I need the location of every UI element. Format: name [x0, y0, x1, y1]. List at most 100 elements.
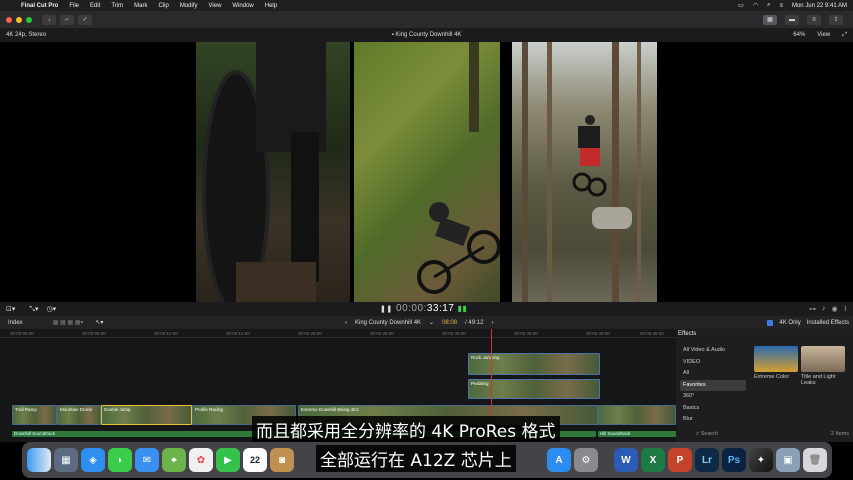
minimize-window-button[interactable]: [16, 16, 22, 23]
browser-toggle-button[interactable]: ▦: [763, 14, 777, 25]
facetime-icon[interactable]: ▶: [216, 448, 240, 472]
audio-hill-soundtrack[interactable]: Hill Soundtrack: [598, 431, 676, 437]
ruler-tick: 00:00:30:00: [442, 331, 466, 336]
timeline-forward-icon[interactable]: ›: [491, 320, 493, 326]
share-button[interactable]: ⇪: [829, 14, 843, 25]
ruler-tick: 00:00:25:00: [370, 331, 394, 336]
download-icon: ↓: [47, 16, 51, 23]
effect-thumb-title-light-leaks[interactable]: [801, 346, 845, 372]
close-window-button[interactable]: [6, 16, 12, 23]
effects-installed-dropdown[interactable]: Installed Effects: [807, 320, 849, 326]
control-center-icon[interactable]: ≡: [779, 3, 783, 9]
background-tasks-button[interactable]: ✓: [78, 14, 92, 25]
effects-4k-only[interactable]: 4K Only: [779, 320, 800, 326]
clip-trail-ramp[interactable]: Trail Ramp: [12, 405, 57, 425]
safari-icon[interactable]: ◈: [81, 448, 105, 472]
play-pause-button[interactable]: ❚❚: [380, 306, 393, 313]
wifi-icon[interactable]: ◠: [753, 2, 758, 9]
menu-clip[interactable]: Clip: [158, 3, 168, 9]
menu-modify[interactable]: Modify: [180, 3, 198, 9]
effects-category-item[interactable]: VIDEO: [680, 357, 746, 369]
speed-menu-icon[interactable]: ◷▾: [47, 305, 57, 313]
subtitle-line-1: 而且都采用全分辨率的 4K ProRes 格式: [252, 416, 560, 443]
timeline-ruler[interactable]: 00:00:00:00 00:00:05:00 00:00:10:00 00:0…: [0, 329, 676, 338]
preview-icon[interactable]: ▣: [776, 448, 800, 472]
clip-pedaling[interactable]: Pedaling: [468, 379, 600, 399]
skimming-icon[interactable]: ⊶: [809, 305, 816, 313]
photoshop-icon[interactable]: Ps: [722, 448, 746, 472]
select-tool-icon[interactable]: ↖▾: [95, 319, 103, 326]
timeline-project-name[interactable]: King County Downhill 4K: [355, 320, 421, 326]
calendar-icon[interactable]: 22: [243, 448, 267, 472]
viewer-canvas[interactable]: [0, 42, 853, 302]
excel-icon[interactable]: X: [641, 448, 665, 472]
menu-edit[interactable]: Edit: [90, 3, 100, 9]
effect-label: Title and Light Leaks: [801, 374, 836, 386]
bike-wheel-image: [202, 42, 326, 302]
word-letter: W: [621, 454, 631, 466]
effects-categories: All Video & Audio VIDEO All Favorites 36…: [680, 345, 746, 426]
menu-window[interactable]: Window: [232, 3, 253, 9]
viewer-timecode: ❚❚ 00:00:33:17 ▮▮: [380, 303, 467, 314]
effects-category-favorites[interactable]: Favorites: [680, 379, 746, 391]
launchpad-icon[interactable]: ▦: [54, 448, 78, 472]
photos-icon[interactable]: ✿: [189, 448, 213, 472]
transform-menu-icon[interactable]: ⊡▾: [6, 305, 15, 313]
import-button[interactable]: ↓: [42, 14, 56, 25]
timeline-header: Index ▦ ▦ ▦ ▦▾ ↖▾ ‹ King County Downhill…: [0, 316, 676, 329]
menu-app-name[interactable]: Final Cut Pro: [21, 3, 58, 9]
zoom-window-button[interactable]: [26, 16, 32, 23]
word-icon[interactable]: W: [614, 448, 638, 472]
audio-skimming-icon[interactable]: ♪: [822, 305, 826, 313]
menu-file[interactable]: File: [69, 3, 79, 9]
snapping-icon[interactable]: ⌇: [844, 305, 847, 313]
effect-label: Extreme Color: [754, 374, 790, 380]
lightroom-icon[interactable]: Lr: [695, 448, 719, 472]
rider-motion-image: [417, 42, 500, 294]
effects-category-item[interactable]: All Video & Audio: [680, 345, 746, 357]
keywords-button[interactable]: ⌐: [60, 14, 74, 25]
clip-rock-jumping[interactable]: Rock Jumping: [468, 353, 600, 375]
viewer-footer: ⊡▾ ⤡▾ ◷▾ ❚❚ 00:00:33:17 ▮▮ ⊶ ♪ ◉ ⌇: [0, 302, 853, 316]
chevron-down-icon[interactable]: ⌄: [429, 319, 434, 326]
effects-checkbox[interactable]: [767, 319, 774, 326]
system-preferences-icon[interactable]: ⚙: [574, 448, 598, 472]
messages-icon[interactable]: ◗: [108, 448, 132, 472]
trash-icon[interactable]: 🗑: [803, 448, 827, 472]
clip-end[interactable]: [598, 405, 676, 425]
retime-menu-icon[interactable]: ⤡▾: [29, 305, 38, 314]
search-icon[interactable]: ⌕: [767, 2, 770, 9]
inspector-toggle-button[interactable]: ≡: [807, 14, 821, 25]
clip-mountain-drone[interactable]: Mountain Drone: [57, 405, 101, 425]
effects-category-item[interactable]: Blur: [680, 414, 746, 426]
powerpoint-icon[interactable]: P: [668, 448, 692, 472]
contacts-icon[interactable]: ◙: [270, 448, 294, 472]
effect-thumb-extreme-color[interactable]: [754, 346, 798, 372]
ruler-tick: 00:00:00:00: [10, 331, 34, 336]
effects-category-item[interactable]: Basics: [680, 403, 746, 415]
menu-mark[interactable]: Mark: [134, 3, 147, 9]
maps-icon[interactable]: ⌖: [162, 448, 186, 472]
timeline-back-icon[interactable]: ‹: [345, 320, 347, 326]
effects-category-item[interactable]: 360°: [680, 391, 746, 403]
menu-trim[interactable]: Trim: [111, 3, 123, 9]
ruler-tick: 00:00:15:00: [226, 331, 250, 336]
effects-category-item[interactable]: All: [680, 368, 746, 380]
mail-icon[interactable]: ✉: [135, 448, 159, 472]
appstore-icon[interactable]: A: [547, 448, 571, 472]
menu-view[interactable]: View: [209, 3, 222, 9]
window-controls: [6, 16, 32, 23]
clip-name: Mountain Drone: [60, 407, 93, 412]
timeline-toggle-button[interactable]: ▬: [785, 14, 799, 25]
effects-search-input[interactable]: ⌕ Search: [696, 431, 718, 438]
menu-help[interactable]: Help: [265, 3, 277, 9]
clip-double-jump[interactable]: Double Jump: [101, 405, 192, 425]
ruler-tick: 00:00:40:00: [586, 331, 610, 336]
timeline-index-button[interactable]: Index: [8, 320, 23, 326]
finder-icon[interactable]: [27, 448, 51, 472]
solo-icon[interactable]: ◉: [831, 305, 837, 313]
final-cut-pro-icon[interactable]: ✦: [749, 448, 773, 472]
airplay-icon[interactable]: ▭: [738, 2, 744, 9]
menu-clock[interactable]: Mon Jun 22 9:41 AM: [792, 3, 847, 9]
clip-appearance-icon[interactable]: ▦ ▦ ▦ ▦▾: [53, 319, 84, 326]
